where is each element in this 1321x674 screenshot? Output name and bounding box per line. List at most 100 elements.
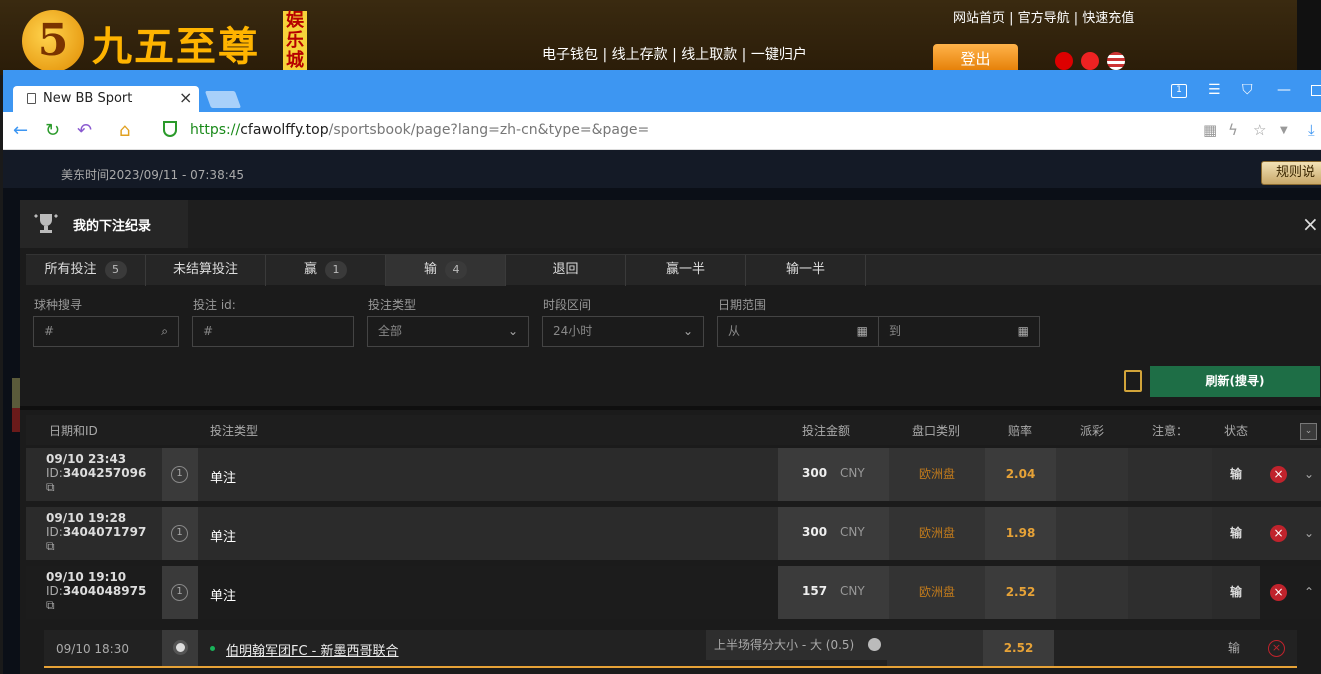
tab-half-win[interactable]: 赢一半 (626, 255, 746, 286)
leg-count-icon: 1 (171, 584, 188, 601)
bet-tabs: 所有投注 5 未结算投注 赢1 输4 退回 赢一半 输一半 (26, 254, 1321, 286)
dropdown-icon[interactable]: ▼ (1280, 125, 1288, 136)
minimize-icon[interactable]: — (1277, 82, 1291, 98)
market-type: 欧洲盘 (889, 566, 985, 619)
bet-id: 3404071797 (62, 525, 147, 539)
new-tab-button[interactable] (204, 91, 242, 108)
bet-type-label: 投注类型 (368, 298, 417, 312)
calendar-icon: ▦ (1017, 324, 1029, 338)
tab-half-lose[interactable]: 输一半 (746, 255, 866, 286)
star-icon[interactable]: ☆ (1253, 121, 1266, 139)
url-bar[interactable]: https://cfawolffy.top/sportsbook/page?la… (190, 122, 649, 138)
tab-close-icon[interactable]: × (179, 88, 192, 107)
hk-flag-icon[interactable] (1055, 52, 1073, 70)
tab-label: 赢一半 (665, 262, 705, 277)
sport-search-label: 球种搜寻 (34, 298, 83, 312)
refresh-search-button[interactable]: 刷新(搜寻) (1150, 366, 1320, 397)
soccer-ball-icon (173, 640, 188, 655)
site-main-links[interactable]: 电子钱包 | 线上存款 | 线上取款 | 一键归户 (542, 44, 807, 64)
detail-status: 输 (1227, 641, 1240, 655)
chevron-down-icon: ⌄ (682, 324, 693, 338)
browser-tab-bar: New BB Sport × 1 ☰ ⛉ — (3, 70, 1321, 112)
bet-id: 3404048975 (62, 584, 147, 598)
bet-id: 3404257096 (62, 466, 147, 480)
qr-icon[interactable]: ▦ (1203, 121, 1217, 139)
col-date-id: 日期和ID (49, 424, 98, 438)
col-odds: 赔率 (1008, 424, 1033, 438)
bet-amount: 157 (802, 584, 828, 598)
tab-count: 5 (104, 261, 127, 279)
match-name[interactable]: 伯明翰军团FC - 新墨西哥联合 (226, 640, 399, 659)
download-icon[interactable]: ⤓ (1308, 121, 1315, 139)
tab-title: New BB Sport (43, 91, 133, 106)
table-row[interactable]: 09/10 19:10 ID:3404048975 ⧉ 1 单注 157 CNY 欧洲… (26, 566, 1321, 619)
copy-icon[interactable]: ⧉ (46, 480, 55, 494)
tab-unsettled[interactable]: 未结算投注 (146, 255, 266, 286)
table-row[interactable]: 09/10 23:43 ID:3404257096 ⧉ 1 单注 300 CNY 欧洲… (26, 448, 1321, 501)
currency: CNY (840, 466, 865, 480)
sport-search-input[interactable]: # ⌕ (33, 316, 179, 347)
tab-win[interactable]: 赢1 (266, 255, 386, 286)
market-type: 欧洲盘 (889, 507, 985, 560)
lose-icon: × (1270, 466, 1287, 483)
leg-count-icon: 1 (171, 466, 188, 483)
bet-date: 09/10 19:28 (46, 511, 127, 525)
tab-lose[interactable]: 输4 (386, 255, 506, 286)
home-icon[interactable]: ⌂ (119, 120, 130, 141)
tab-refund[interactable]: 退回 (506, 255, 626, 286)
bet-type: 单注 (210, 471, 237, 486)
collapse-all-icon[interactable]: ⌄ (1300, 423, 1317, 440)
refresh-icon[interactable]: ↻ (45, 120, 60, 141)
site-logo-tag: 娱乐城 (283, 11, 307, 71)
bet-date: 09/10 23:43 (46, 452, 127, 466)
close-icon[interactable]: × (1302, 212, 1319, 236)
tab-label: 输一半 (785, 262, 825, 277)
info-icon[interactable] (868, 638, 881, 651)
copy-icon[interactable]: ⧉ (46, 598, 55, 612)
match-time: 09/10 18:30 (56, 642, 129, 656)
status: 输 (1212, 448, 1260, 501)
lightning-icon[interactable]: ϟ (1228, 121, 1238, 139)
table-row[interactable]: 09/10 19:28 ID:3404071797 ⧉ 1 单注 300 CNY 欧洲… (26, 507, 1321, 560)
date-from-input[interactable]: 从 ▦ (717, 316, 879, 347)
date-range-label: 日期范围 (718, 298, 767, 312)
shirt-icon[interactable]: ⛉ (1242, 82, 1253, 98)
bet-id-input[interactable]: # (192, 316, 354, 347)
expand-icon[interactable]: ⌄ (1297, 507, 1321, 560)
menu-icon[interactable]: ☰ (1208, 82, 1221, 98)
cn-flag-icon[interactable] (1081, 52, 1099, 70)
site-top-links[interactable]: 网站首页 | 官方导航 | 快速充值 (953, 7, 1134, 26)
rules-button[interactable]: 规则说 (1261, 161, 1321, 185)
tab-counter-icon[interactable]: 1 (1171, 84, 1187, 98)
collapse-icon[interactable]: ⌃ (1297, 566, 1321, 619)
back-icon[interactable]: ← (13, 120, 28, 141)
currency: CNY (840, 525, 865, 539)
browser-tab[interactable]: New BB Sport × (13, 86, 199, 112)
copy-icon[interactable]: ⧉ (46, 539, 55, 553)
undo-icon[interactable]: ↶ (77, 120, 92, 141)
site-logo-text: 九五至尊 (92, 23, 260, 70)
odds: 1.98 (985, 507, 1056, 560)
tab-all[interactable]: 所有投注 5 (26, 255, 146, 286)
us-flag-icon[interactable] (1107, 52, 1125, 70)
col-note: 注意： (1152, 424, 1189, 438)
note (1128, 448, 1212, 501)
expand-icon[interactable]: ⌄ (1297, 448, 1321, 501)
date-to-input[interactable]: 到 ▦ (878, 316, 1040, 347)
bet-type-select[interactable]: 全部 ⌄ (367, 316, 529, 347)
modal-title: 我的下注纪录 (73, 219, 152, 234)
bet-amount: 300 (802, 466, 828, 480)
browser-nav-bar: ← ↻ ↶ ⌂ https://cfawolffy.top/sportsbook… (3, 112, 1321, 150)
site-logo-icon: 5 (22, 10, 84, 72)
odds: 2.52 (985, 566, 1056, 619)
maximize-icon[interactable] (1311, 85, 1321, 96)
period-select[interactable]: 24小时 ⌄ (542, 316, 704, 347)
bet-date: 09/10 19:10 (46, 570, 127, 584)
bet-detail-row: 09/10 18:30 伯明翰军团FC - 新墨西哥联合 上半场得分大小 - 大… (44, 630, 1297, 668)
trophy-icon (34, 214, 58, 233)
clipboard-icon[interactable] (1124, 370, 1142, 392)
url-path: /sportsbook/page?lang=zh-cn&type=&page= (328, 122, 650, 138)
note (1128, 566, 1212, 619)
tab-count: 1 (325, 261, 347, 279)
tab-label: 所有投注 (44, 262, 97, 277)
